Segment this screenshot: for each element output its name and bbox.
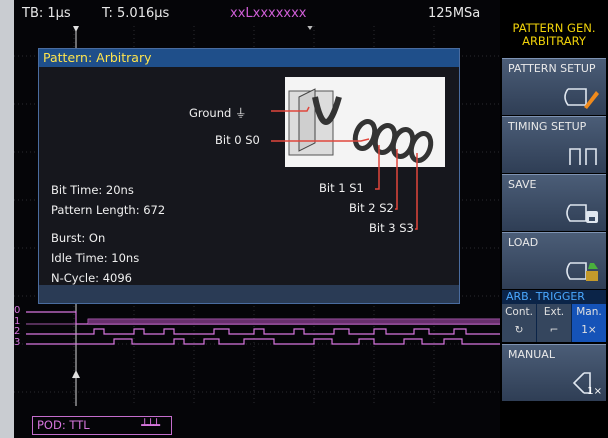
scope-screen: TB: 1µs T: 5.016µs xxLxxxxxxx 125MSa Pat… (14, 0, 608, 438)
burst-text: Burst: On (51, 231, 106, 245)
pod-probe-icon: ┷┷┷ (141, 418, 160, 432)
load-label: LOAD (508, 236, 539, 249)
edit-pattern-icon (564, 88, 599, 109)
sample-rate-readout: 125MSa (428, 6, 481, 21)
menu-header: PATTERN GEN. ARBITRARY (500, 22, 608, 48)
save-label: SAVE (508, 178, 537, 191)
trigger-ext-option[interactable]: Ext. ⌐ (537, 304, 571, 342)
softkey-menu: PATTERN GEN. ARBITRARY PATTERN SETUP TIM… (500, 0, 608, 438)
arb-trigger-group: ARB. TRIGGER Cont. ↻ Ext. ⌐ Man. 1× (502, 290, 606, 342)
manual-button[interactable]: MANUAL 1× (502, 344, 606, 401)
timing-icon (569, 148, 597, 165)
continuous-icon: ↻ (514, 324, 524, 336)
dialog-footer (39, 285, 459, 303)
trigger-man-option[interactable]: Man. 1× (572, 304, 606, 342)
pod-label: POD: TTL (37, 418, 90, 432)
idle-time-text: Idle Time: 10ns (51, 251, 140, 265)
load-button[interactable]: LOAD (502, 232, 606, 289)
trigger-cont-option[interactable]: Cont. ↻ (502, 304, 536, 342)
trigger-ext-label: Ext. (543, 306, 565, 318)
save-icon (566, 204, 598, 223)
pattern-setup-button[interactable]: PATTERN SETUP (502, 58, 606, 115)
pattern-dialog: Pattern: Arbitrary Ground ⏚ Bit 0 S0 Bit… (38, 48, 460, 304)
menu-header-line2: ARBITRARY (522, 34, 586, 48)
manual-count: 1× (587, 386, 602, 397)
timing-setup-label: TIMING SETUP (508, 120, 587, 133)
pattern-setup-label: PATTERN SETUP (508, 62, 596, 75)
trigger-time-readout[interactable]: T: 5.016µs (102, 6, 169, 21)
edge-icon: ⌐ (549, 324, 559, 336)
trigger-cont-label: Cont. (505, 306, 533, 318)
timing-setup-button[interactable]: TIMING SETUP (502, 116, 606, 173)
arb-trigger-title: ARB. TRIGGER (506, 290, 585, 303)
digital-waveforms (26, 311, 500, 345)
status-bar: TB: 1µs T: 5.016µs xxLxxxxxxx 125MSa (14, 0, 500, 26)
trigger-man-label: Man. (576, 306, 602, 318)
save-button[interactable]: SAVE (502, 174, 606, 231)
n-cycle-text: N-Cycle: 4096 (51, 271, 132, 285)
single-shot-icon: 1× (581, 324, 597, 336)
pattern-length-text: Pattern Length: 672 (51, 203, 166, 217)
load-icon (566, 262, 598, 281)
pod-indicator[interactable]: POD: TTL ┷┷┷ (32, 416, 172, 435)
trigger-source-readout[interactable]: xxLxxxxxxx (230, 6, 306, 21)
timebase-readout[interactable]: TB: 1µs (22, 6, 71, 21)
manual-label: MANUAL (508, 348, 555, 361)
bit-time-text: Bit Time: 20ns (51, 183, 134, 197)
